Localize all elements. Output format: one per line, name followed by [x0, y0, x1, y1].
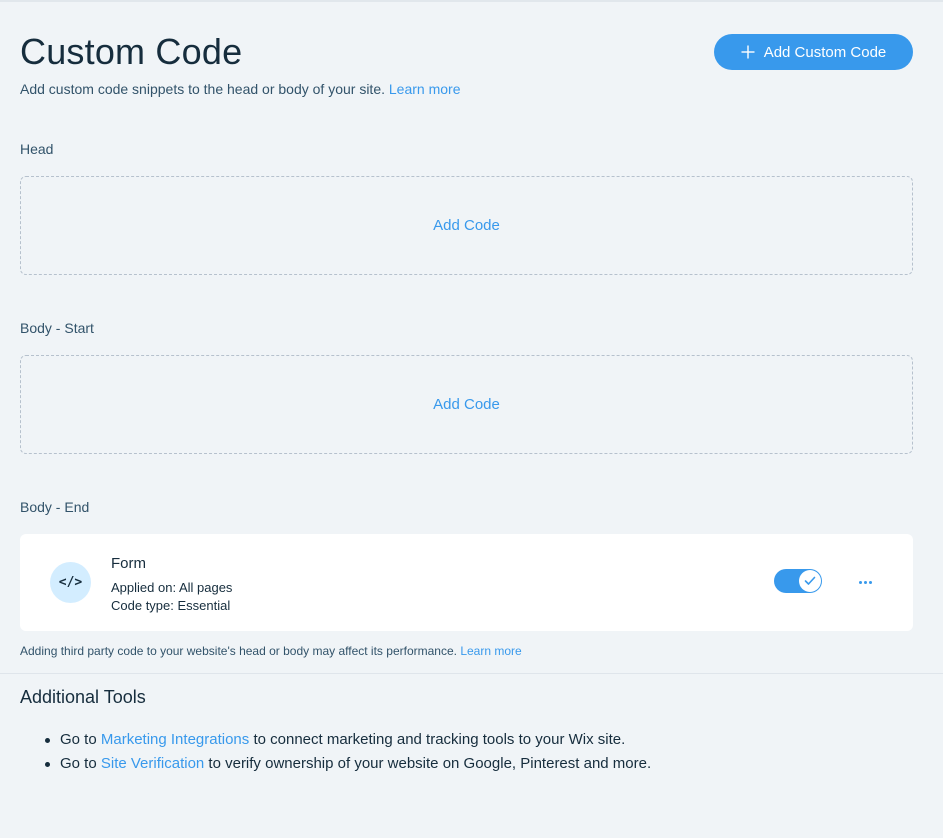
snippet-applied-on: Applied on: All pages — [111, 580, 233, 595]
disclaimer-learn-more-link[interactable]: Learn more — [460, 644, 521, 658]
list-item-suffix: to connect marketing and tracking tools … — [253, 731, 626, 748]
subtitle-text: Add custom code snippets to the head or … — [20, 81, 385, 97]
list-item: Go to Marketing Integrations to connect … — [20, 728, 651, 752]
snippet-card[interactable]: </> Form Applied on: All pages Code type… — [20, 534, 913, 631]
more-dot — [868, 580, 872, 584]
toggle-knob — [799, 570, 821, 592]
page-title: Custom Code — [20, 31, 243, 72]
list-item-prefix: Go to — [60, 755, 97, 772]
body-start-add-code-link[interactable]: Add Code — [433, 396, 500, 413]
section-divider — [0, 673, 943, 674]
list-item: Go to Site Verification to verify owners… — [20, 752, 651, 776]
top-border — [0, 0, 943, 2]
more-dot — [863, 580, 867, 584]
additional-tools-title: Additional Tools — [20, 687, 146, 707]
list-item-suffix: to verify ownership of your website on G… — [208, 755, 652, 772]
head-section-label: Head — [20, 141, 54, 157]
list-item-prefix: Go to — [60, 731, 97, 748]
site-verification-link[interactable]: Site Verification — [101, 755, 204, 772]
bullet — [45, 738, 50, 743]
body-start-section-label: Body - Start — [20, 320, 94, 336]
more-actions-icon[interactable] — [852, 572, 878, 592]
checkmark-icon — [804, 576, 816, 585]
disclaimer-text: Adding third party code to your website'… — [20, 644, 457, 658]
plus-icon — [741, 45, 755, 59]
body-end-section-label: Body - End — [20, 499, 90, 515]
marketing-integrations-link[interactable]: Marketing Integrations — [101, 731, 249, 748]
head-add-code-link[interactable]: Add Code — [433, 217, 500, 234]
snippet-enabled-toggle[interactable] — [774, 569, 822, 593]
more-dot — [858, 580, 862, 584]
performance-disclaimer: Adding third party code to your website'… — [20, 644, 522, 658]
page-subtitle: Add custom code snippets to the head or … — [20, 80, 460, 98]
snippet-code-type: Code type: Essential — [111, 598, 231, 613]
bullet — [45, 762, 50, 767]
additional-tools-list: Go to Marketing Integrations to connect … — [20, 728, 651, 776]
learn-more-link[interactable]: Learn more — [389, 81, 461, 97]
code-icon: </> — [50, 562, 91, 603]
add-custom-code-button[interactable]: Add Custom Code — [714, 34, 913, 70]
body-start-dropzone[interactable]: Add Code — [20, 355, 913, 454]
head-dropzone[interactable]: Add Code — [20, 176, 913, 275]
add-custom-code-label: Add Custom Code — [763, 43, 887, 61]
snippet-name: Form — [111, 555, 146, 572]
